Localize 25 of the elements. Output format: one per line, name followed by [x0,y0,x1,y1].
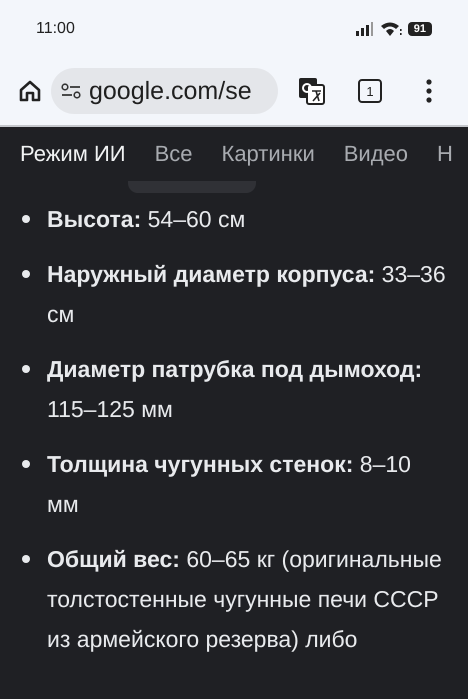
clock-time: 11:00 [36,20,75,38]
search-tab[interactable]: Видео [344,141,408,181]
search-tab[interactable]: Все [154,141,192,181]
spec-item: Общий вес: 60–65 кг (оригинальные толстостенные чугунные печи СССР из армейского резерва) либо [47,545,443,654]
spec-item: Толщина чугунных стенок: 8–10 мм [47,450,412,519]
search-tab[interactable]: Картинки [222,141,315,181]
bullet-icon [22,555,30,563]
spec-item: Диаметр патрубка под дымоход: 115–125 мм [47,355,424,424]
wifi-icon [380,20,402,36]
spec-item: Наружный диаметр корпуса: 33–36 см [47,260,447,329]
bullet-icon [22,215,30,223]
menu-icon[interactable] [426,79,432,103]
search-tab[interactable]: Н [437,141,453,181]
battery-level: 91 [408,22,432,36]
home-icon[interactable] [19,80,41,102]
signal-icon [356,22,374,36]
tab-count-button[interactable]: 1 [358,79,382,103]
search-tab[interactable]: Режим ИИ [20,141,126,181]
translate-icon[interactable] [298,77,326,105]
spec-item: Высота: 54–60 см [47,205,246,234]
bullet-icon [22,460,30,468]
site-settings-icon [61,83,81,99]
bullet-icon [22,270,30,278]
address-field[interactable]: google.com/se [51,68,278,114]
bullet-icon [22,365,30,373]
